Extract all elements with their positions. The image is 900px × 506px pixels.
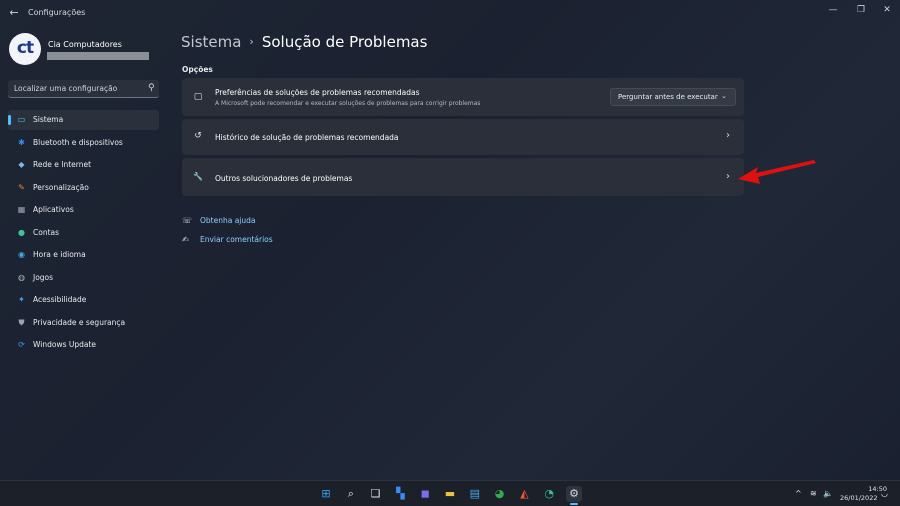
sidebar-item-hora-e-idioma[interactable]: ◉ Hora e idioma: [8, 245, 159, 265]
gamepad-icon: ◍: [18, 272, 25, 282]
sidebar-item-jogos[interactable]: ◍ Jogos: [8, 268, 159, 288]
notifications-icon[interactable]: ◡: [881, 489, 888, 498]
windows-start-icon[interactable]: ⊞: [318, 486, 334, 502]
sidebar-item-acessibilidade[interactable]: ✦ Acessibilidade: [8, 290, 159, 310]
chevron-right-icon: ›: [726, 171, 730, 182]
sidebar-item-aplicativos[interactable]: ▦ Aplicativos: [8, 200, 159, 220]
feedback-icon: ✍: [182, 235, 189, 244]
user-email-redacted: [47, 52, 149, 60]
history-icon: ↺: [194, 131, 202, 141]
search-icon[interactable]: ⚲: [148, 83, 155, 93]
card-recommended-preferences: ▢ Preferências de soluções de problemas …: [182, 78, 744, 116]
breadcrumb: Sistema › Solução de Problemas: [181, 33, 427, 51]
sidebar-item-label: Hora e idioma: [33, 250, 86, 259]
search-box[interactable]: ⚲: [8, 80, 159, 98]
sidebar-item-label: Bluetooth e dispositivos: [33, 137, 123, 147]
get-help-label: Obtenha ajuda: [200, 216, 256, 225]
accessibility-icon: ✦: [18, 295, 25, 304]
dropdown-value: Perguntar antes de executar: [618, 93, 718, 101]
sidebar-item-label: Acessibilidade: [33, 295, 87, 304]
windows-update-icon: ⟳: [18, 340, 25, 349]
volume-icon[interactable]: 🔈: [823, 489, 833, 498]
file-explorer-icon[interactable]: ▬: [442, 486, 458, 502]
notepad-icon[interactable]: ▤: [467, 486, 483, 502]
title-bar: ← Configurações — ❐ ✕: [0, 0, 900, 26]
monitor-icon: ▭: [17, 115, 26, 124]
sidebar-item-rede-e-internet[interactable]: ◆ Rede e Internet: [8, 155, 159, 175]
search-taskbar-icon[interactable]: ⌕: [343, 486, 359, 502]
red-arrow-shape: [738, 160, 816, 184]
troubleshoot-preference-dropdown[interactable]: Perguntar antes de executar ⌄: [610, 88, 736, 106]
user-name: Cia Computadores: [48, 40, 122, 49]
wifi-tray-icon[interactable]: ≋: [810, 489, 817, 498]
sidebar-item-label: Aplicativos: [33, 205, 74, 214]
back-arrow-icon[interactable]: ←: [6, 5, 22, 21]
brush-icon: ✎: [18, 182, 25, 192]
app-title: Configurações: [28, 8, 86, 17]
widgets-icon[interactable]: ▚: [392, 486, 408, 502]
tray-chevron-icon[interactable]: ^: [795, 489, 802, 498]
sidebar-item-contas[interactable]: ● Contas: [8, 223, 159, 243]
breadcrumb-parent[interactable]: Sistema: [181, 33, 241, 51]
sidebar-item-sistema[interactable]: ▭ Sistema: [8, 110, 159, 130]
card-title: Histórico de solução de problemas recome…: [215, 133, 399, 142]
sidebar-item-label: Contas: [33, 227, 60, 237]
page-title: Solução de Problemas: [261, 33, 428, 51]
sidebar-item-label: Windows Update: [33, 340, 97, 349]
card-other-troubleshooters[interactable]: 🔧 Outros solucionadores de problemas ›: [182, 158, 744, 196]
chevron-right-icon: ›: [726, 130, 730, 141]
send-feedback-link[interactable]: ✍ Enviar comentários: [182, 235, 273, 244]
section-label: Opções: [182, 65, 213, 74]
apps-icon: ▦: [17, 205, 26, 214]
chat-bubble-icon: ▢: [193, 92, 203, 102]
settings-window: ← Configurações — ❐ ✕ ct Cia Computadore…: [0, 0, 900, 480]
avatar[interactable]: ct: [9, 33, 41, 65]
active-indicator: [8, 115, 11, 125]
sidebar-item-label: Sistema: [33, 115, 64, 124]
send-feedback-label: Enviar comentários: [200, 235, 273, 244]
taskbar: ⊞ ⌕ ❏ ▚ ◼ ▬ ▤ ◕ ◭ ◔ ⚙ ^ ≋ 🔈 14:50 26/01/2022 ◡: [0, 480, 900, 506]
card-description: A Microsoft pode recomendar e executar s…: [215, 100, 481, 107]
account-icon: ●: [18, 227, 25, 237]
minimize-button[interactable]: —: [822, 3, 844, 17]
active-app-indicator: [570, 503, 578, 505]
settings-gear-icon[interactable]: ⚙: [566, 486, 582, 502]
search-input[interactable]: [14, 82, 139, 95]
clock-date[interactable]: 26/01/2022: [840, 494, 877, 502]
chrome-icon[interactable]: ◕: [492, 486, 508, 502]
wifi-icon: ◆: [18, 160, 25, 169]
sidebar-item-label: Privacidade e segurança: [33, 317, 126, 327]
sidebar-item-label: Jogos: [33, 272, 54, 282]
sidebar-item-privacidade-e-seguranca[interactable]: ⛊ Privacidade e segurança: [8, 313, 159, 333]
help-icon: ☏: [182, 216, 193, 225]
card-title: Outros solucionadores de problemas: [215, 174, 353, 183]
edge-icon[interactable]: ◔: [541, 486, 557, 502]
wrench-icon: 🔧: [193, 172, 203, 181]
sidebar-item-bluetooth-e-dispositivos[interactable]: ✱ Bluetooth e dispositivos: [8, 133, 159, 153]
teams-chat-icon[interactable]: ◼: [417, 486, 433, 502]
sidebar-item-personalizacao[interactable]: ✎ Personalização: [8, 178, 159, 198]
card-troubleshoot-history[interactable]: ↺ Histórico de solução de problemas reco…: [182, 119, 744, 155]
task-view-icon[interactable]: ❏: [368, 486, 384, 502]
get-help-link[interactable]: ☏ Obtenha ajuda: [182, 216, 256, 225]
brave-icon[interactable]: ◭: [516, 486, 532, 502]
sidebar-item-windows-update[interactable]: ⟳ Windows Update: [8, 335, 159, 355]
close-button[interactable]: ✕: [876, 3, 898, 17]
red-arrow-annotation: [738, 160, 816, 184]
maximize-button[interactable]: ❐: [850, 3, 872, 17]
shield-icon: ⛊: [18, 317, 25, 327]
sidebar-item-label: Rede e Internet: [33, 160, 92, 169]
card-title: Preferências de soluções de problemas re…: [215, 88, 420, 97]
bluetooth-icon: ✱: [18, 137, 25, 147]
sidebar-item-label: Personalização: [33, 182, 89, 192]
breadcrumb-separator-icon: ›: [249, 35, 254, 48]
globe-clock-icon: ◉: [18, 250, 25, 259]
chevron-down-icon: ⌄: [721, 92, 727, 100]
